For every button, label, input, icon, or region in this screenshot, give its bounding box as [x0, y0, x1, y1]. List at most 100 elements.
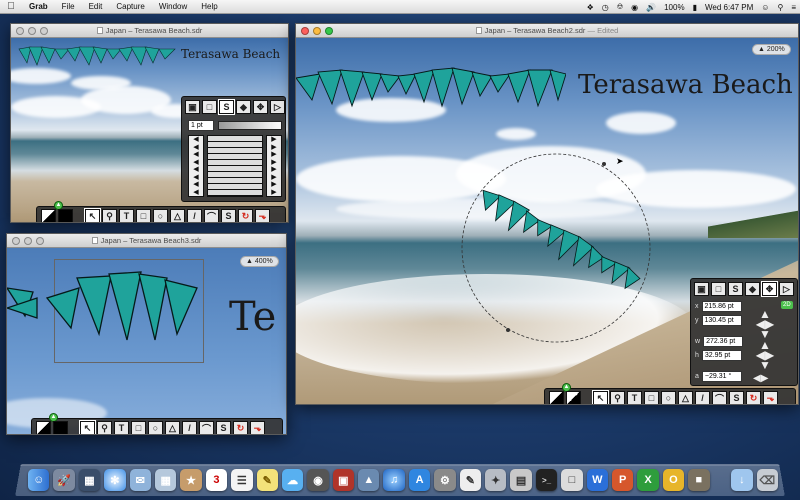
- menu-help[interactable]: Help: [194, 2, 224, 11]
- bezier-tool-icon[interactable]: S: [221, 209, 236, 222]
- triangle-tool-icon[interactable]: △: [170, 209, 185, 222]
- rotate-tool-icon[interactable]: ↻: [238, 209, 253, 222]
- boot-camp-icon[interactable]: ■: [688, 469, 710, 491]
- menu-edit[interactable]: Edit: [82, 2, 110, 11]
- arc-tool-icon[interactable]: ⌒: [204, 209, 219, 222]
- window-titlebar[interactable]: Japan – Terasawa Beach3.sdr: [7, 234, 286, 248]
- preview-icon[interactable]: ▦: [154, 469, 177, 491]
- rectangle-tool-icon[interactable]: □: [644, 391, 659, 404]
- itunes-icon[interactable]: ♫: [383, 469, 405, 491]
- time-machine-icon[interactable]: ◷: [602, 3, 609, 12]
- rotated-ribbon-shape[interactable]: [466, 184, 646, 304]
- shadow-style-icon[interactable]: ◆: [236, 100, 251, 114]
- stroke-width-field[interactable]: 1 pt: [188, 120, 214, 131]
- fill-color-swatch[interactable]: [549, 391, 564, 404]
- zoom-level-badge[interactable]: ▲ 200%: [752, 44, 791, 55]
- text-tool-icon[interactable]: T: [119, 209, 134, 222]
- triangle-tool-icon[interactable]: △: [678, 391, 693, 404]
- volume-icon[interactable]: 🔊: [646, 3, 656, 12]
- ribbon-shape[interactable]: [17, 43, 179, 69]
- canvas-title-text[interactable]: Te: [229, 294, 276, 340]
- bezier-style-icon[interactable]: S: [728, 282, 743, 296]
- iphoto-icon[interactable]: ▲: [358, 469, 380, 491]
- rotate-tool-icon[interactable]: ↻: [233, 421, 248, 434]
- crop-tool-icon[interactable]: ⬎: [255, 209, 270, 222]
- clock[interactable]: Wed 6:47 PM: [705, 3, 753, 12]
- text-tool-icon[interactable]: T: [114, 421, 129, 434]
- downloads-folder-icon[interactable]: ↓: [731, 469, 753, 491]
- crop-tool-icon[interactable]: ⬎: [763, 391, 778, 404]
- crop-tool-icon[interactable]: ⬎: [250, 421, 265, 434]
- play-style-icon[interactable]: ▷: [270, 100, 285, 114]
- terminal-icon[interactable]: >_: [535, 469, 558, 491]
- menu-file[interactable]: File: [55, 2, 82, 11]
- size-nudge-pad[interactable]: ▲ ◀▶ ▼: [751, 339, 779, 371]
- menu-app[interactable]: Grab: [22, 2, 55, 11]
- select-tool-icon[interactable]: ↖: [592, 390, 609, 404]
- x-field[interactable]: 215.86 pt: [701, 301, 742, 312]
- zoom-button[interactable]: [40, 27, 48, 35]
- minimize-button[interactable]: [24, 237, 32, 245]
- bezier-tool-icon[interactable]: S: [729, 391, 744, 404]
- stroke-style-icon[interactable]: □: [202, 100, 217, 114]
- fill-style-icon[interactable]: ▣: [694, 282, 709, 296]
- mode-2d-badge[interactable]: 2D: [781, 301, 793, 309]
- zoom-tool-icon[interactable]: ⚲: [610, 391, 625, 404]
- ribbon-shape[interactable]: [296, 60, 566, 110]
- bezier-tool-icon[interactable]: S: [216, 421, 231, 434]
- stroke-color-swatch[interactable]: [566, 391, 581, 404]
- messages-icon[interactable]: ☁: [281, 469, 304, 491]
- position-nudge-pad[interactable]: ▲ ◀▶ ▼: [751, 308, 779, 340]
- shadow-style-icon[interactable]: ◆: [745, 282, 760, 296]
- grab-app-icon[interactable]: □: [561, 469, 583, 491]
- excel-icon[interactable]: X: [637, 469, 659, 491]
- outlook-icon[interactable]: O: [662, 469, 685, 491]
- apple-menu-icon[interactable]: : [0, 1, 22, 12]
- line-tool-icon[interactable]: /: [695, 391, 710, 404]
- battery-icon[interactable]: ▮: [693, 3, 697, 12]
- minimize-button[interactable]: [28, 27, 36, 35]
- launchpad-icon[interactable]: 🚀: [53, 469, 75, 491]
- move-style-icon[interactable]: ✥: [253, 100, 268, 114]
- window-titlebar[interactable]: Japan – Terasawa Beach.sdr: [11, 24, 288, 38]
- width-field[interactable]: 272.36 pt: [703, 336, 744, 347]
- window-titlebar[interactable]: Japan – Terasawa Beach2.sdr — Edited: [296, 24, 798, 38]
- word-icon[interactable]: W: [586, 469, 608, 491]
- powerpoint-icon[interactable]: P: [611, 469, 634, 491]
- play-style-icon[interactable]: ▷: [779, 282, 794, 296]
- height-field[interactable]: 32.95 pt: [701, 350, 742, 361]
- system-preferences-icon[interactable]: ⚙: [434, 469, 456, 491]
- notes-icon[interactable]: ✎: [256, 469, 278, 491]
- zoom-tool-icon[interactable]: ⚲: [97, 421, 112, 434]
- textedit-icon[interactable]: ✎: [459, 469, 482, 491]
- stroke-style-icon[interactable]: □: [711, 282, 726, 296]
- calendar-icon[interactable]: 3: [205, 469, 228, 491]
- safari-icon[interactable]: ✻: [104, 469, 126, 491]
- battery-label[interactable]: 100%: [664, 3, 684, 12]
- trash-icon[interactable]: ⌫: [756, 469, 778, 491]
- bezier-style-icon[interactable]: S: [218, 99, 235, 115]
- zoom-button[interactable]: [325, 27, 333, 35]
- zoom-tool-icon[interactable]: ⚲: [102, 209, 117, 222]
- script-editor-icon[interactable]: ✦: [485, 469, 507, 491]
- rectangle-tool-icon[interactable]: □: [136, 209, 151, 222]
- angle-field[interactable]: −29.31 °: [701, 371, 742, 382]
- oval-tool-icon[interactable]: ○: [661, 391, 676, 404]
- triangle-tool-icon[interactable]: △: [165, 421, 180, 434]
- dash-pattern-list[interactable]: [207, 135, 263, 197]
- stroke-width-slider[interactable]: [218, 121, 282, 130]
- app-store-icon[interactable]: A: [408, 469, 431, 491]
- arrow-end-list[interactable]: ▶ ▶ ▶ ▶ ▶ ▶ ▶ ▶: [266, 135, 282, 197]
- drawing-canvas[interactable]: Terasawa Beach ▣ □ S ◆ ✥ ▷ 1 pt ◀ ◀ ◀ ◀ ◀ ◀ ◀ ◀…: [11, 38, 288, 222]
- reminders-icon[interactable]: ☰: [231, 469, 253, 491]
- line-tool-icon[interactable]: /: [187, 209, 202, 222]
- rectangle-tool-icon[interactable]: □: [131, 421, 146, 434]
- oval-tool-icon[interactable]: ○: [153, 209, 168, 222]
- mail-icon[interactable]: ✉: [129, 469, 151, 491]
- zoom-button[interactable]: [36, 237, 44, 245]
- finder-icon[interactable]: ☺: [28, 469, 50, 491]
- ribbon-shape[interactable]: [7, 268, 207, 348]
- arc-tool-icon[interactable]: ⌒: [199, 421, 214, 434]
- close-button[interactable]: [12, 237, 20, 245]
- line-tool-icon[interactable]: /: [182, 421, 197, 434]
